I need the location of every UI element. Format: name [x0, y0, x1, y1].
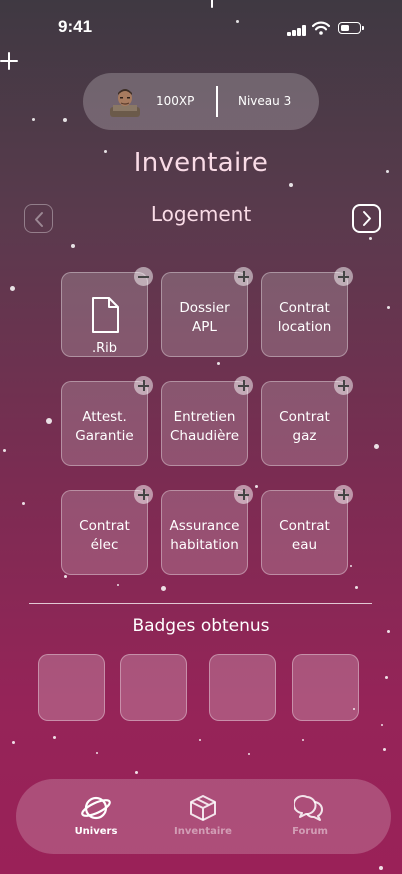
badges-title: Badges obtenus: [132, 616, 270, 636]
badge-slot[interactable]: [209, 654, 276, 721]
inventory-card[interactable]: Entretien Chaudière: [161, 376, 253, 466]
badge-slot[interactable]: [292, 654, 359, 721]
inventory-card[interactable]: Contrat eau: [261, 485, 353, 575]
inventory-card-label: Contrat gaz: [279, 409, 330, 444]
add-item-button[interactable]: [234, 485, 253, 504]
tab-label: Univers: [74, 826, 118, 837]
inventory-card-label: Assurance habitation: [169, 518, 240, 553]
inventory-card-label: Contrat élec: [79, 518, 130, 553]
inventory-card[interactable]: Contrat gaz: [261, 376, 353, 466]
status-bar: 9:41: [0, 0, 402, 54]
inventory-card[interactable]: Contrat location: [261, 267, 353, 357]
add-item-button[interactable]: [334, 267, 353, 286]
tab-forum[interactable]: Forum: [270, 793, 350, 853]
sparkle-decoration: [0, 52, 18, 70]
remove-item-button[interactable]: [134, 267, 153, 286]
inventory-card[interactable]: Contrat élec: [61, 485, 153, 575]
inventory-card-label: .Rib: [91, 341, 118, 356]
add-item-button[interactable]: [334, 376, 353, 395]
next-category-button[interactable]: [352, 204, 381, 233]
cellular-signal-icon: [287, 24, 307, 36]
inventory-card-label: Contrat location: [277, 300, 332, 335]
avatar: [110, 89, 140, 117]
level-value: Niveau 3: [238, 94, 292, 108]
inventory-card-label: Entretien Chaudière: [170, 409, 239, 444]
chevron-right-icon: [363, 211, 371, 226]
section-divider: [29, 603, 372, 604]
add-item-button[interactable]: [134, 485, 153, 504]
inventory-card[interactable]: Dossier APL: [161, 267, 253, 357]
box-icon: [190, 795, 216, 821]
inventory-screen: 9:41 100XP Niveau 3 Inventaire Logement …: [0, 0, 402, 874]
wifi-icon: [312, 21, 330, 35]
inventory-card-label: Dossier APL: [179, 300, 230, 335]
chat-bubbles-icon: [294, 795, 323, 821]
inventory-card[interactable]: Attest. Garantie: [61, 376, 153, 466]
file-icon: [92, 297, 119, 333]
add-item-button[interactable]: [334, 485, 353, 504]
tab-inventaire[interactable]: Inventaire: [163, 793, 243, 853]
inventory-card-label: Attest. Garantie: [75, 409, 134, 444]
profile-pill[interactable]: 100XP Niveau 3: [83, 73, 319, 130]
tab-bar: Univers Inventaire Forum: [16, 779, 391, 854]
badge-slot[interactable]: [120, 654, 187, 721]
tab-label: Inventaire: [174, 826, 232, 837]
badge-slot[interactable]: [38, 654, 105, 721]
tab-label: Forum: [292, 826, 328, 837]
category-title: Logement: [150, 202, 252, 226]
inventory-card[interactable]: Assurance habitation: [161, 485, 253, 575]
add-item-button[interactable]: [234, 376, 253, 395]
inventory-card-label: Contrat eau: [279, 518, 330, 553]
inventory-card[interactable]: .Rib: [61, 267, 153, 357]
tab-univers[interactable]: Univers: [56, 793, 136, 853]
xp-value: 100XP: [156, 94, 195, 108]
status-time: 9:41: [58, 17, 93, 36]
planet-icon: [81, 796, 111, 820]
add-item-button[interactable]: [234, 267, 253, 286]
battery-icon: [338, 22, 364, 34]
page-title: Inventaire: [133, 148, 269, 178]
pill-divider: [216, 86, 218, 117]
add-item-button[interactable]: [134, 376, 153, 395]
